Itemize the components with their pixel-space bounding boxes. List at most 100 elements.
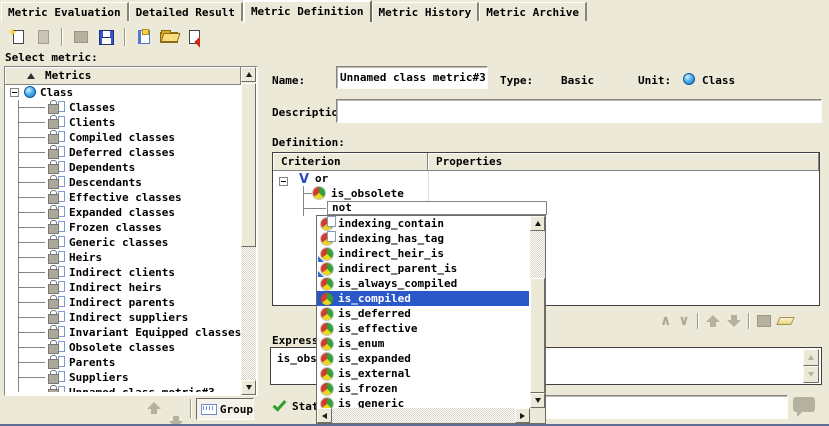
dropdown-item[interactable]: is_generic <box>317 396 529 408</box>
dropdown-item[interactable]: is_frozen <box>317 381 529 396</box>
tree-item[interactable]: Heirs <box>6 250 241 265</box>
collapse-icon[interactable] <box>10 88 19 97</box>
tree-item-label: Indirect suppliers <box>69 311 188 324</box>
criterion-row-label: or <box>315 171 328 186</box>
dropdown-item-label: is_external <box>338 367 411 380</box>
dropdown-item[interactable]: is_deferred <box>317 306 529 321</box>
dropdown-item[interactable]: indexing_has_tag <box>317 231 529 246</box>
tab-metric-definition[interactable]: Metric Definition <box>243 0 372 22</box>
collapse-icon[interactable] <box>279 177 288 186</box>
criterion-edit-box[interactable]: not <box>327 201 547 215</box>
tree-item[interactable]: Generic classes <box>6 235 241 250</box>
tree-item[interactable]: Clients <box>6 115 241 130</box>
predefined-metric-icon <box>48 340 66 353</box>
dropdown-item[interactable]: is_external <box>317 366 529 381</box>
predefined-metric-icon <box>48 355 66 368</box>
import-metrics-icon[interactable] <box>134 28 154 47</box>
scroll-up-button[interactable] <box>530 216 545 231</box>
tree-root-class[interactable]: Class <box>6 85 241 100</box>
group-toggle-button[interactable]: Group <box>196 398 254 420</box>
or-criterion-icon: ∨ <box>678 314 689 328</box>
tree-item[interactable]: Indirect parents <box>6 295 241 310</box>
tree-item[interactable]: Expanded classes <box>6 205 241 220</box>
dropdown-item-label: is_expanded <box>338 352 411 365</box>
scroll-down-button[interactable] <box>241 380 256 395</box>
description-input[interactable] <box>336 99 822 123</box>
sort-ascending-icon <box>27 73 35 79</box>
dropdown-item[interactable]: is_always_compiled <box>317 276 529 291</box>
scrollbar-thumb[interactable] <box>530 278 545 393</box>
metric-tool-window: Metric Evaluation Detailed Result Metric… <box>0 0 829 426</box>
dropdown-item-label: is_effective <box>338 322 417 335</box>
tree-item[interactable]: Invariant Equipped classes <box>6 325 241 340</box>
export-metrics-icon[interactable] <box>184 28 204 47</box>
criterion-pie-icon <box>321 323 333 335</box>
criterion-row-label: is_obsolete <box>331 186 404 201</box>
open-folder-icon[interactable] <box>159 28 179 47</box>
predefined-metric-icon <box>48 235 66 248</box>
tree-item-label: Suppliers <box>69 371 129 384</box>
predefined-metric-icon <box>48 175 66 188</box>
tree-item[interactable]: Suppliers <box>6 370 241 385</box>
tab-metric-archive[interactable]: Metric Archive <box>479 2 587 21</box>
tree-item-label: Parents <box>69 356 115 369</box>
tree-item[interactable]: Indirect heirs <box>6 280 241 295</box>
tree-item-clipped[interactable]: Unnamed class metric#3 <box>6 385 241 392</box>
dropdown-item[interactable]: is_compiled <box>317 291 529 306</box>
metric-tree: Class Classes Clients Compiled classes D… <box>6 85 241 394</box>
tree-item[interactable]: Effective classes <box>6 190 241 205</box>
save-metric-icon[interactable] <box>96 28 116 47</box>
dropdown-item[interactable]: is_expanded <box>317 351 529 366</box>
tree-item-label: Obsolete classes <box>69 341 175 354</box>
dropdown-item[interactable]: indirect_heir_is <box>317 246 529 261</box>
name-input[interactable]: Unnamed class metric#3 <box>336 66 488 89</box>
scroll-right-button[interactable] <box>515 408 530 423</box>
metric-list-header[interactable]: Metrics <box>5 67 241 85</box>
dropdown-item[interactable]: is_effective <box>317 321 529 336</box>
criterion-row-not[interactable]: not <box>273 201 819 216</box>
tree-item[interactable]: Dependents <box>6 160 241 175</box>
description-label: Description <box>272 106 345 119</box>
criterion-column-header[interactable]: Criterion <box>273 153 428 171</box>
criterion-row-is-obsolete[interactable]: is_obsolete <box>273 186 819 201</box>
tree-item[interactable]: Compiled classes <box>6 130 241 145</box>
dropdown-item[interactable]: is_enum <box>317 336 529 351</box>
dropdown-item[interactable]: indexing_contain <box>317 216 529 231</box>
criterion-dropdown-list: indexing_contain indexing_has_tag indire… <box>317 216 529 408</box>
metric-list: Metrics Class Classes Clients Compiled c… <box>4 66 258 396</box>
tree-item[interactable]: Deferred classes <box>6 145 241 160</box>
new-metric-icon[interactable] <box>8 28 28 47</box>
tab-metric-history[interactable]: Metric History <box>372 2 480 21</box>
dropdown-vertical-scrollbar[interactable] <box>530 216 545 408</box>
tree-item[interactable]: Parents <box>6 355 241 370</box>
tree-item-label: Dependents <box>69 161 135 174</box>
tree-item[interactable]: Indirect suppliers <box>6 310 241 325</box>
predefined-metric-icon <box>48 190 66 203</box>
dropdown-horizontal-scrollbar[interactable] <box>317 408 530 423</box>
tree-item-label: Compiled classes <box>69 131 175 144</box>
tree-item[interactable]: Classes <box>6 100 241 115</box>
tab-metric-evaluation[interactable]: Metric Evaluation <box>1 2 129 21</box>
scrollbar-thumb[interactable] <box>241 83 256 247</box>
tree-item[interactable]: Frozen classes <box>6 220 241 235</box>
properties-column-header[interactable]: Properties <box>428 153 819 171</box>
scroll-down-button[interactable] <box>530 393 545 408</box>
criterion-pie-icon <box>321 353 333 365</box>
criterion-pie-icon <box>321 338 333 350</box>
scroll-up-button[interactable] <box>241 67 256 82</box>
scroll-left-button[interactable] <box>317 408 332 423</box>
tree-item[interactable]: Obsolete classes <box>6 340 241 355</box>
tab-detailed-result[interactable]: Detailed Result <box>129 2 243 21</box>
criterion-row-or[interactable]: V or <box>273 171 819 186</box>
predefined-metric-icon <box>48 250 66 263</box>
tree-item[interactable]: Descendants <box>6 175 241 190</box>
group-icon <box>201 404 217 415</box>
tree-item[interactable]: Indirect clients <box>6 265 241 280</box>
or-operator-icon: V <box>299 172 309 187</box>
erase-criterion-icon[interactable] <box>776 317 795 325</box>
dropdown-item[interactable]: indirect_parent_is <box>317 261 529 276</box>
metric-list-scrollbar[interactable] <box>241 67 257 395</box>
criterion-pie-icon <box>321 398 333 409</box>
criterion-pie-icon <box>321 383 333 395</box>
tree-item-label: Heirs <box>69 251 102 264</box>
